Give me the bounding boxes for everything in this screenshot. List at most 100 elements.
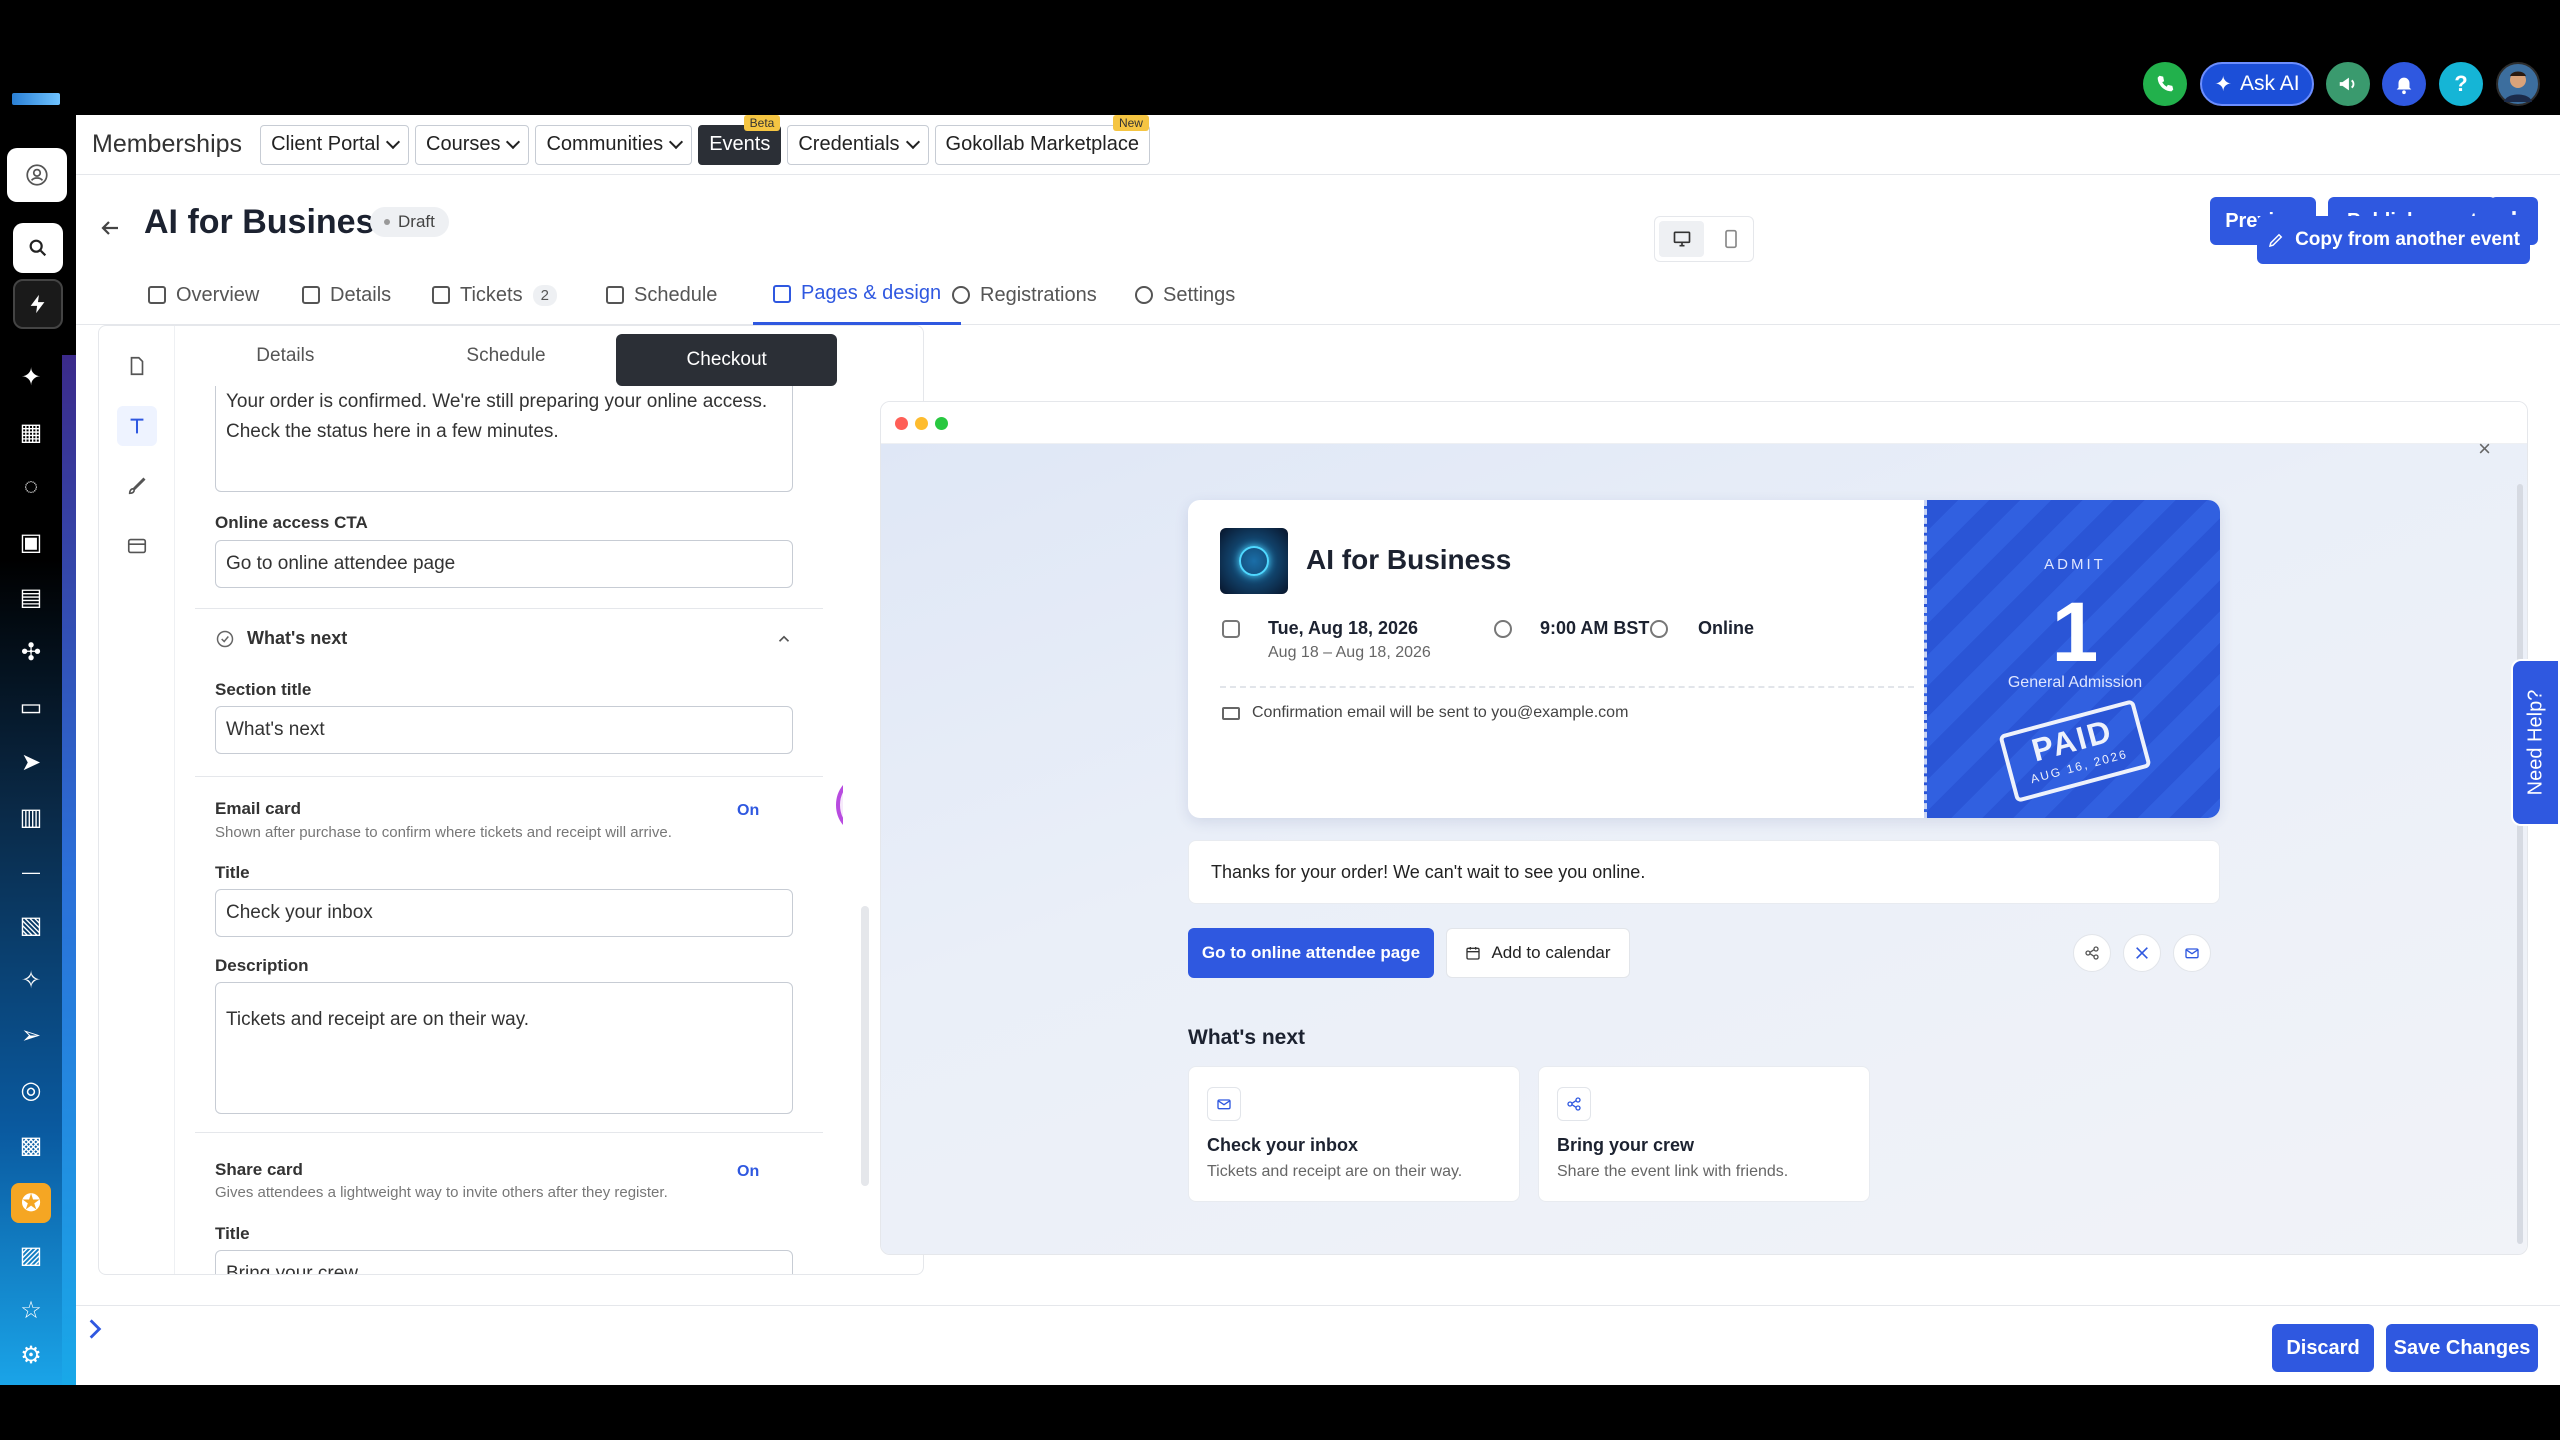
reviews-icon[interactable]: ▧ <box>14 908 48 942</box>
copy-from-event-button[interactable]: Copy from another event <box>2257 216 2530 264</box>
pencil-icon <box>2269 233 2283 248</box>
media-icon[interactable]: ▨ <box>14 1238 48 1272</box>
sparkles-icon[interactable]: ✦ <box>14 360 48 394</box>
save-changes-button[interactable]: Save Changes <box>2386 1324 2538 1372</box>
whats-next-section-header[interactable]: What's next <box>215 628 347 649</box>
page-icon[interactable] <box>117 346 157 386</box>
chat-icon[interactable]: ◌ <box>14 470 48 504</box>
memberships-icon[interactable]: ✪ <box>11 1183 51 1223</box>
back-arrow-icon[interactable] <box>98 215 122 247</box>
tab-tickets[interactable]: Tickets 2 <box>432 265 557 325</box>
reports-icon[interactable]: ▥ <box>14 800 48 834</box>
email-share-icon[interactable] <box>2173 934 2211 972</box>
tab-schedule[interactable]: Schedule <box>606 265 717 325</box>
marketing-icon[interactable]: ➢ <box>14 1018 48 1052</box>
tab-overview[interactable]: Overview <box>148 265 259 325</box>
help-icon[interactable]: ? <box>2439 62 2483 106</box>
online-message-textarea[interactable]: Your order is confirmed. We're still pre… <box>215 386 793 492</box>
nav-client-portal[interactable]: Client Portal <box>260 124 409 165</box>
chevron-down-icon <box>506 134 521 149</box>
subtab-schedule[interactable]: Schedule <box>396 326 617 386</box>
search-icon[interactable] <box>13 223 63 273</box>
dashboard-icon[interactable]: ▦ <box>14 415 48 449</box>
ticket-time: 9:00 AM BST <box>1540 618 1650 638</box>
event-logo <box>1220 528 1288 594</box>
mail-icon <box>1207 1087 1241 1121</box>
send-icon[interactable]: ➤ <box>14 745 48 779</box>
email-title-input[interactable]: Check your inbox <box>215 889 793 937</box>
chevron-right-icon[interactable] <box>82 1314 108 1353</box>
email-card-state: On <box>737 802 760 819</box>
sites-icon[interactable]: ▩ <box>14 1128 48 1162</box>
nav-courses[interactable]: Courses <box>415 124 530 165</box>
event-tabs: Overview Details Tickets 2 Schedule Pages… <box>76 265 2560 325</box>
ai-agents-icon[interactable]: ✧ <box>14 963 48 997</box>
network-icon[interactable]: ✣ <box>14 635 48 669</box>
go-online-button[interactable]: Go to online attendee page <box>1188 928 1434 978</box>
nav-credentials[interactable]: Credentials <box>787 124 929 165</box>
subtab-details[interactable]: Details <box>175 326 396 386</box>
left-sidebar: ✦ ▦ ◌ ▣ ▤ ✣ ▭ ➤ ▥ — ▧ ✧ ➢ ◎ ▩ ✪ ▨ ☆ ⚙ <box>0 115 76 1385</box>
settings-gear-icon[interactable]: ⚙ <box>14 1338 48 1372</box>
device-toggle <box>1654 216 1754 262</box>
account-switcher[interactable] <box>7 148 67 202</box>
contacts-icon[interactable]: ▤ <box>14 580 48 614</box>
x-twitter-icon[interactable] <box>2123 934 2161 972</box>
tab-details[interactable]: Details <box>302 265 391 325</box>
status-badge: Draft <box>370 207 449 237</box>
mobile-icon[interactable] <box>1708 217 1753 261</box>
section-title-input[interactable]: What's next <box>215 706 793 754</box>
thanks-message: Thanks for your order! We can't wait to … <box>1188 840 2220 904</box>
share-icon[interactable] <box>2073 934 2111 972</box>
memberships-nav: Memberships Client Portal Courses Commun… <box>76 114 2560 175</box>
star-icon[interactable]: ☆ <box>14 1293 48 1327</box>
footer-bar: Discard Save Changes <box>76 1305 2560 1385</box>
phone-icon[interactable] <box>2143 62 2187 106</box>
chevron-up-icon[interactable] <box>775 630 793 653</box>
tab-registrations[interactable]: Registrations <box>952 265 1097 325</box>
checkout-subtabs: Details Schedule Checkout <box>175 326 843 386</box>
brand-logo <box>12 93 60 105</box>
ask-ai-button[interactable]: ✦ Ask AI <box>2200 62 2314 106</box>
overview-icon <box>148 286 166 304</box>
need-help-tab[interactable]: Need Help? <box>2511 659 2560 826</box>
editor-scrollbar[interactable] <box>861 906 869 1186</box>
nav-events[interactable]: Events Beta <box>698 114 782 165</box>
payments-icon[interactable]: ▭ <box>14 690 48 724</box>
nav-marketplace[interactable]: Gokollab Marketplace New <box>934 114 1150 165</box>
separator-icon: — <box>22 861 40 882</box>
sparkle-icon: ✦ <box>2214 72 2233 96</box>
tab-settings[interactable]: Settings <box>1135 265 1235 325</box>
top-bar: ✦ Ask AI ? <box>0 0 2560 115</box>
tab-pages-design[interactable]: Pages & design <box>753 265 962 325</box>
close-icon[interactable]: × <box>2478 436 2491 462</box>
beta-badge: Beta <box>743 114 781 131</box>
share-card-title: Share card <box>215 1160 303 1179</box>
lightning-icon[interactable] <box>13 279 63 329</box>
automation-icon[interactable]: ◎ <box>14 1073 48 1107</box>
avatar[interactable] <box>2496 62 2540 106</box>
megaphone-icon[interactable] <box>2326 62 2370 106</box>
focus-ring <box>836 773 843 837</box>
brush-icon[interactable] <box>117 466 157 506</box>
section-title-label: Section title <box>215 680 312 699</box>
nav-communities[interactable]: Communities <box>535 124 693 165</box>
browser-chrome <box>881 402 2527 444</box>
desktop-icon[interactable] <box>1659 221 1704 257</box>
editor-tools <box>99 326 175 1274</box>
preview-scrollbar[interactable] <box>2517 484 2523 1244</box>
share-title-input[interactable]: Bring your crew <box>215 1250 793 1274</box>
chevron-down-icon <box>905 134 920 149</box>
discard-button[interactable]: Discard <box>2272 1324 2374 1372</box>
calendar-icon[interactable]: ▣ <box>14 525 48 559</box>
subtab-checkout[interactable]: Checkout <box>616 334 838 386</box>
online-cta-input[interactable]: Go to online attendee page <box>215 540 793 588</box>
next-card-inbox: Check your inbox Tickets and receipt are… <box>1188 1066 1520 1202</box>
bell-icon[interactable] <box>2382 62 2426 106</box>
email-description-textarea[interactable]: Tickets and receipt are on their way. <box>215 982 793 1114</box>
ticket-stub: ADMIT 1 General Admission PAID AUG 16, 2… <box>1924 500 2220 818</box>
layout-block-icon[interactable] <box>117 526 157 566</box>
add-to-calendar-button[interactable]: Add to calendar <box>1446 928 1630 978</box>
text-icon[interactable] <box>117 406 157 446</box>
layout-icon <box>773 284 791 303</box>
